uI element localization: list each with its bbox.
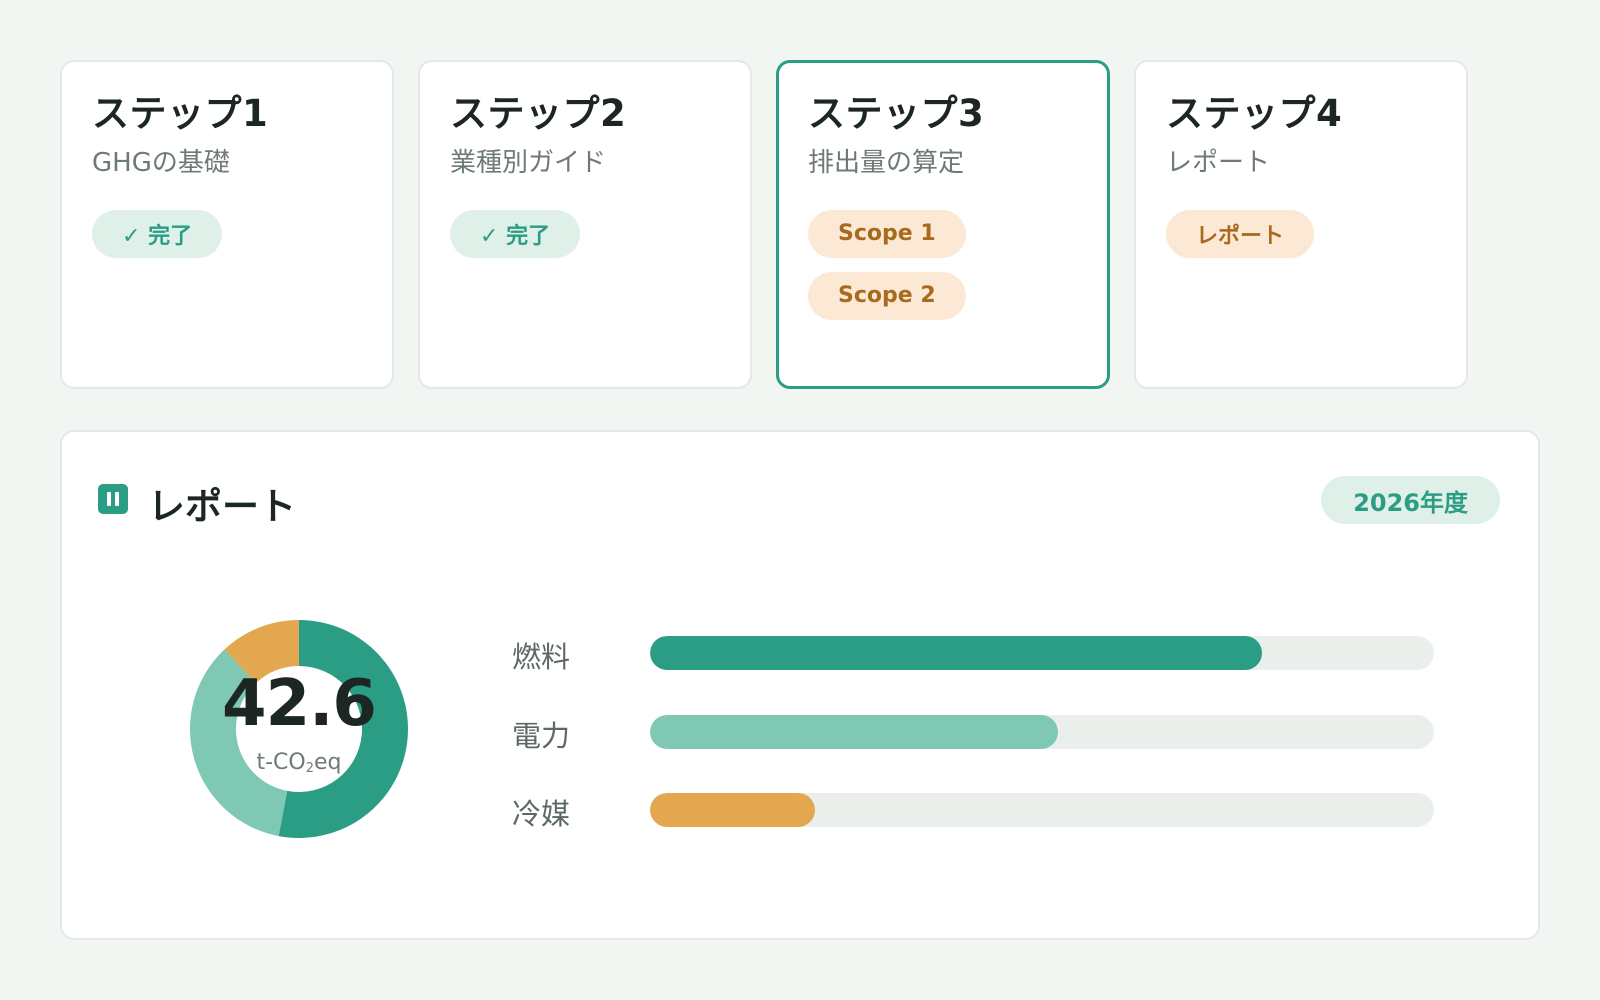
step-card-1[interactable]: ステップ1 GHGの基礎 ✓ 完了 [60,60,394,389]
step-subtitle: 排出量の算定 [808,148,965,179]
bar-label: 電力 [512,719,571,753]
bar-label: 冷媒 [512,797,571,831]
unit-subscript: 2 [305,761,315,776]
step-subtitle: レポート [1166,148,1271,179]
report-title: レポート [148,485,296,528]
year-badge[interactable]: 2026年度 [1321,476,1500,524]
bar-fill-electricity [650,715,1058,749]
step-subtitle: 業種別ガイド [450,148,607,179]
step-subtitle: GHGの基礎 [92,148,230,179]
step-card-3[interactable]: ステップ3 排出量の算定 Scope 1 Scope 2 [776,60,1110,389]
scope2-chip[interactable]: Scope 2 [808,271,966,320]
status-badge-complete: ✓ 完了 [450,209,581,258]
bar-chart-icon [98,484,128,514]
unit-prefix: t-CO [256,750,306,775]
bar-track [650,636,1434,670]
scope1-chip[interactable]: Scope 1 [808,209,966,258]
report-panel: レポート 2026年度 42.6 t-CO2eq 燃料 電力 冷媒 [60,430,1540,940]
report-chip[interactable]: レポート [1166,209,1315,258]
bar-row-fuel: 燃料 [512,632,1472,674]
bar-label: 燃料 [512,640,571,674]
bar-track [650,715,1434,749]
step-title: ステップ1 [92,92,269,135]
bar-fill-fuel [650,636,1262,670]
step-card-2[interactable]: ステップ2 業種別ガイド ✓ 完了 [418,60,752,389]
step-title: ステップ3 [808,92,985,135]
step-title: ステップ4 [1166,92,1343,135]
step-card-4[interactable]: ステップ4 レポート レポート [1134,60,1468,389]
total-emissions-value: 42.6 [222,667,377,741]
unit-suffix: eq [314,750,342,775]
step-list: ステップ1 GHGの基礎 ✓ 完了 ステップ2 業種別ガイド ✓ 完了 ステップ… [60,60,1468,389]
bar-row-refrigerant: 冷媒 [512,789,1472,831]
status-badge-complete: ✓ 完了 [92,209,223,258]
bar-track [650,793,1434,827]
bar-row-electricity: 電力 [512,711,1472,753]
step-title: ステップ2 [450,92,627,135]
bar-fill-refrigerant [650,793,815,827]
emissions-unit: t-CO2eq [188,750,410,776]
